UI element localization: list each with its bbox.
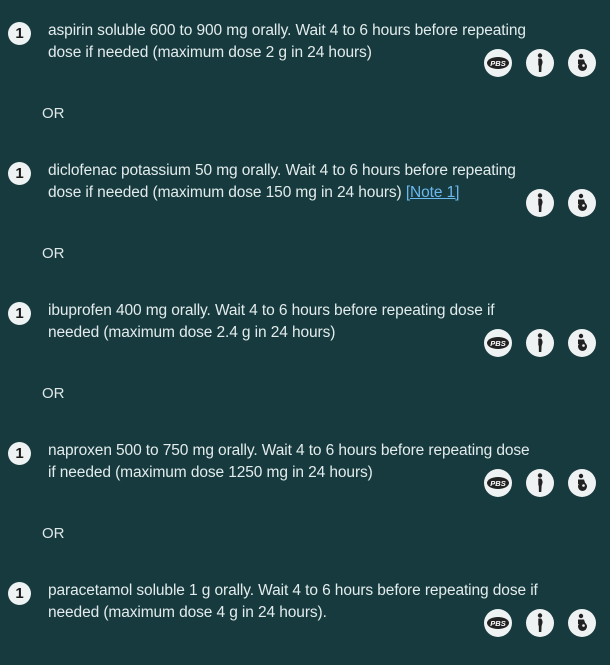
breastfeeding-icon[interactable]	[568, 189, 596, 217]
or-divider: OR	[42, 385, 65, 402]
or-divider: OR	[42, 525, 65, 542]
pbs-icon[interactable]: PBS	[484, 329, 512, 357]
pbs-text: PBS	[490, 59, 505, 68]
instruction-line-2: if needed (maximum dose 1250 mg in 24 ho…	[48, 464, 373, 481]
instruction-line-2: needed (maximum dose 2.4 g in 24 hours)	[48, 324, 336, 341]
instruction-line-1: paracetamol soluble 1 g orally. Wait 4 t…	[48, 582, 538, 599]
step-number-badge: 1	[8, 582, 31, 605]
instruction-line-1: aspirin soluble 600 to 900 mg orally. Wa…	[48, 22, 526, 39]
medication-instruction: ibuprofen 400 mg orally. Wait 4 to 6 hou…	[48, 300, 548, 344]
breastfeeding-icon[interactable]	[568, 469, 596, 497]
instruction-line-2: dose if needed (maximum dose 2 g in 24 h…	[48, 44, 372, 61]
pregnancy-icon[interactable]	[526, 329, 554, 357]
medication-instruction: diclofenac potassium 50 mg orally. Wait …	[48, 160, 548, 204]
step-number-badge: 1	[8, 302, 31, 325]
breastfeeding-icon[interactable]	[568, 329, 596, 357]
pbs-text: PBS	[490, 479, 505, 488]
pbs-text: PBS	[490, 339, 505, 348]
medication-instruction: paracetamol soluble 1 g orally. Wait 4 t…	[48, 580, 548, 624]
medication-entry-ibuprofen: 1 ibuprofen 400 mg orally. Wait 4 to 6 h…	[0, 282, 610, 357]
pbs-text: PBS	[490, 619, 505, 628]
step-number-badge: 1	[8, 442, 31, 465]
step-number-badge: 1	[8, 22, 31, 45]
instruction-line-2: dose if needed (maximum dose 150 mg in 2…	[48, 184, 402, 201]
medication-entry-paracetamol: 1 paracetamol soluble 1 g orally. Wait 4…	[0, 562, 610, 637]
note-1-link[interactable]: [Note 1]	[406, 184, 460, 201]
instruction-line-1: ibuprofen 400 mg orally. Wait 4 to 6 hou…	[48, 302, 495, 319]
medication-entry-diclofenac: 1 diclofenac potassium 50 mg orally. Wai…	[0, 142, 610, 217]
pbs-icon[interactable]: PBS	[484, 49, 512, 77]
instruction-line-1: diclofenac potassium 50 mg orally. Wait …	[48, 162, 516, 179]
or-divider: OR	[42, 245, 65, 262]
pbs-icon[interactable]: PBS	[484, 469, 512, 497]
medication-entry-aspirin: 1 aspirin soluble 600 to 900 mg orally. …	[0, 2, 610, 77]
breastfeeding-icon[interactable]	[568, 49, 596, 77]
medication-instruction: naproxen 500 to 750 mg orally. Wait 4 to…	[48, 440, 548, 484]
pregnancy-icon[interactable]	[526, 49, 554, 77]
pregnancy-icon[interactable]	[526, 609, 554, 637]
instruction-line-1: naproxen 500 to 750 mg orally. Wait 4 to…	[48, 442, 530, 459]
pregnancy-icon[interactable]	[526, 469, 554, 497]
pbs-icon[interactable]: PBS	[484, 609, 512, 637]
instruction-line-2: needed (maximum dose 4 g in 24 hours).	[48, 604, 327, 621]
breastfeeding-icon[interactable]	[568, 609, 596, 637]
pregnancy-icon[interactable]	[526, 189, 554, 217]
step-number-badge: 1	[8, 162, 31, 185]
medication-entry-naproxen: 1 naproxen 500 to 750 mg orally. Wait 4 …	[0, 422, 610, 497]
or-divider: OR	[42, 105, 65, 122]
medication-instruction: aspirin soluble 600 to 900 mg orally. Wa…	[48, 20, 548, 64]
